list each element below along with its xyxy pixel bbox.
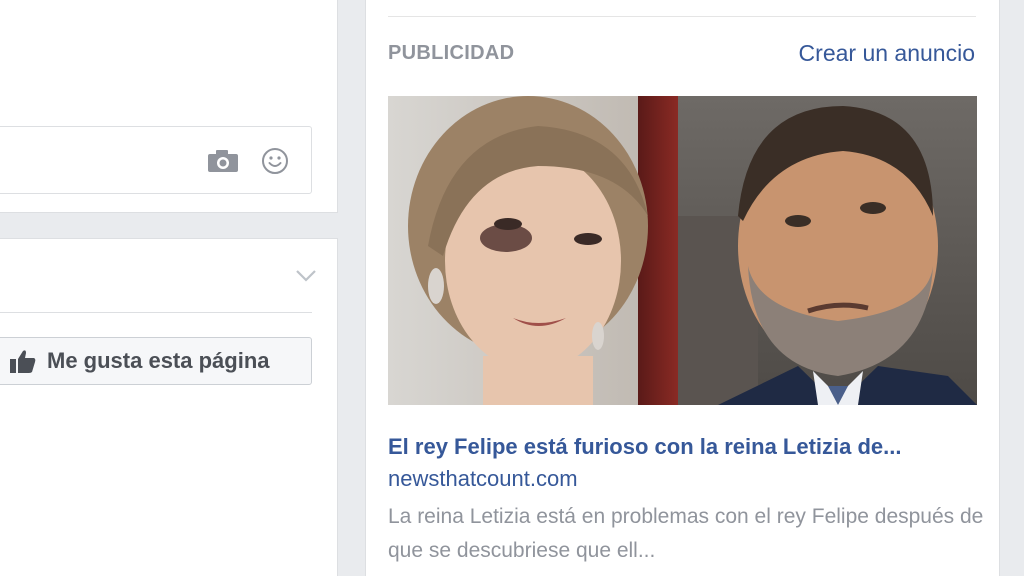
like-page-button[interactable]: Me gusta esta página bbox=[0, 337, 312, 385]
chevron-down-icon[interactable] bbox=[295, 269, 317, 283]
create-ad-link[interactable]: Crear un anuncio bbox=[799, 40, 975, 67]
ad-domain: newsthatcount.com bbox=[388, 466, 578, 491]
ad-image[interactable] bbox=[388, 96, 977, 405]
page-gutter bbox=[1000, 0, 1024, 576]
ad-section-label: PUBLICIDAD bbox=[388, 42, 515, 64]
like-button-label: Me gusta esta página bbox=[47, 348, 270, 373]
composer-card bbox=[0, 0, 338, 213]
camera-icon[interactable] bbox=[207, 149, 239, 173]
ad-title-link[interactable]: El rey Felipe está furioso con la reina … bbox=[388, 434, 988, 460]
thumbs-up-icon bbox=[10, 350, 36, 373]
smiley-icon[interactable] bbox=[261, 147, 289, 175]
page-card: Me gusta esta página bbox=[0, 238, 338, 576]
comment-input[interactable] bbox=[0, 126, 312, 194]
divider bbox=[388, 16, 976, 17]
ad-card: PUBLICIDAD Crear un anuncio El rey Felip… bbox=[365, 0, 1000, 576]
divider bbox=[0, 312, 312, 313]
ad-description: La reina Letizia está en problemas con e… bbox=[388, 505, 984, 562]
